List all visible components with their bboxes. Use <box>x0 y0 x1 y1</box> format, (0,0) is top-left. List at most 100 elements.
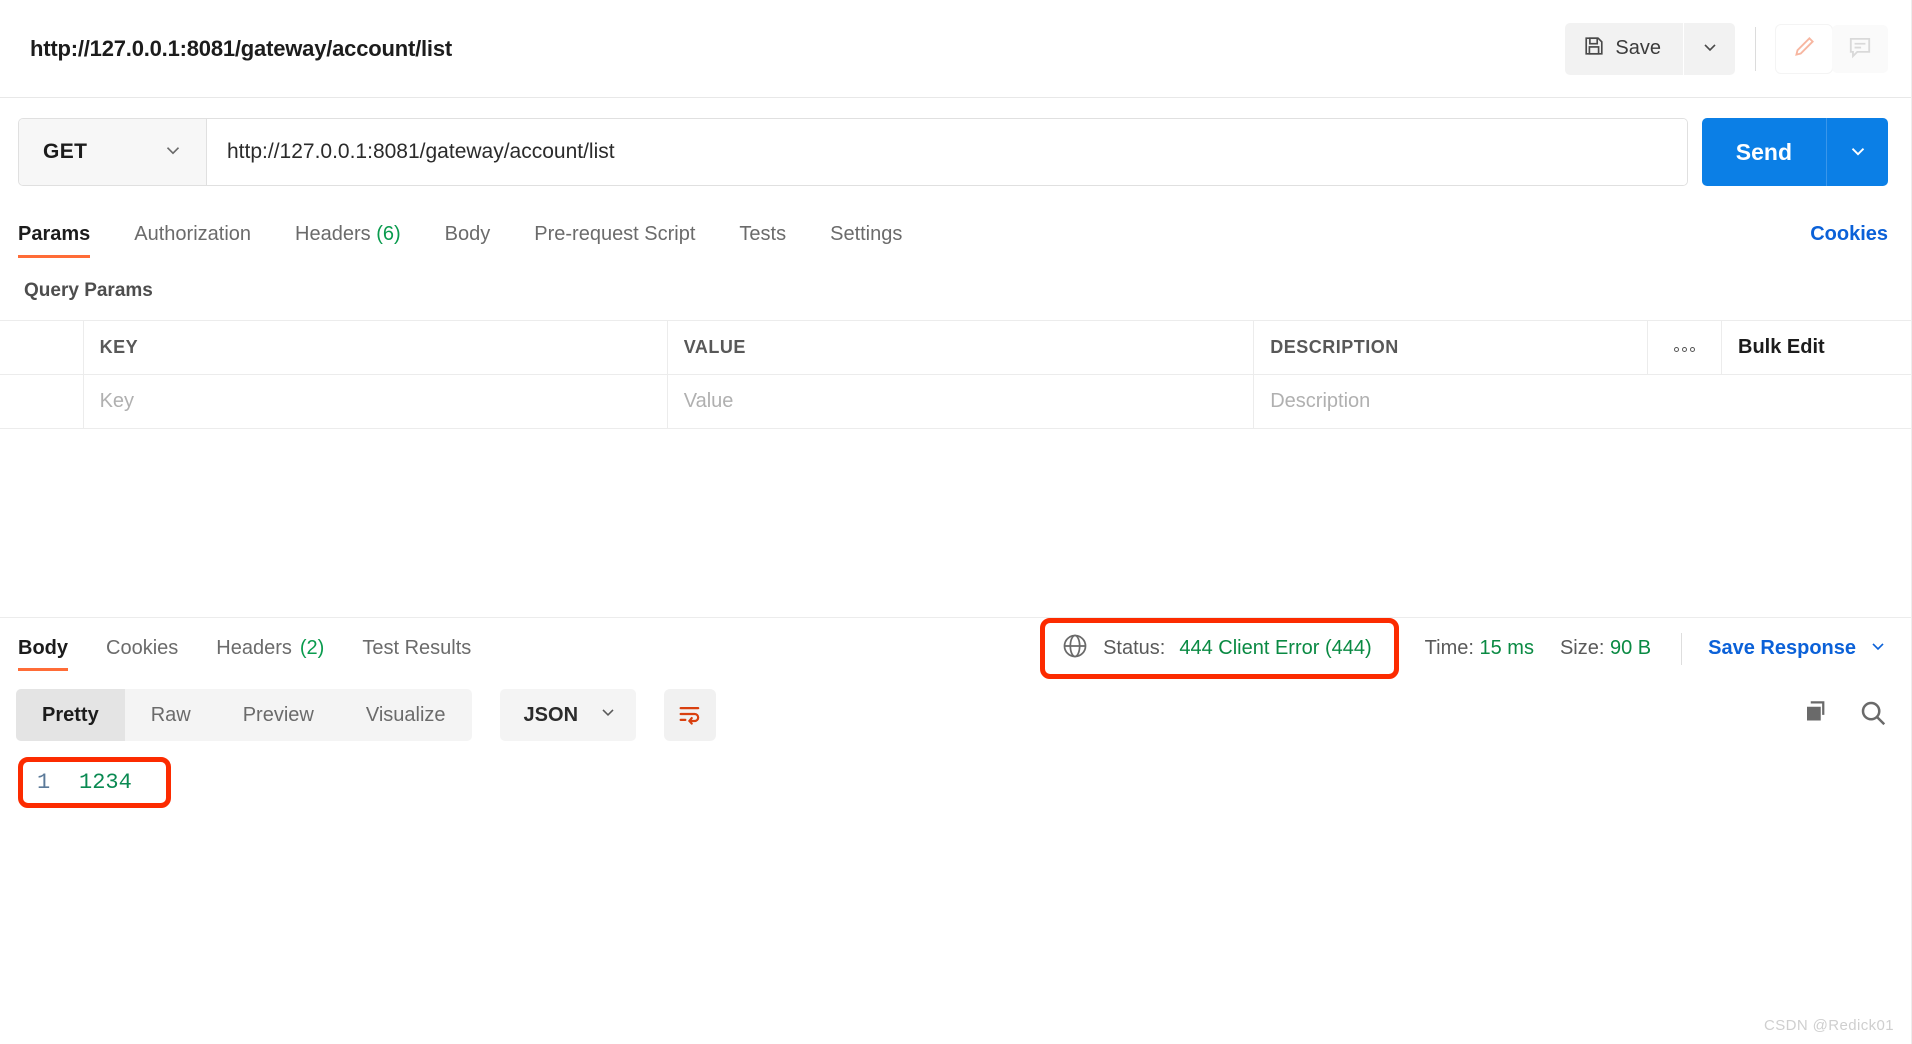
watermark: CSDN @Redick01 <box>1763 1017 1894 1034</box>
response-body-tools <box>1802 698 1888 733</box>
status-badge: 444 Client Error (444) <box>1179 637 1372 659</box>
header-cell-bulk-edit[interactable]: Bulk Edit <box>1721 320 1912 375</box>
status-label: Status: <box>1103 637 1166 659</box>
bulk-edit-link[interactable]: Bulk Edit <box>1738 336 1825 358</box>
method-url-group: GET <box>18 118 1688 186</box>
cookies-link[interactable]: Cookies <box>1810 223 1888 258</box>
response-tab-headers[interactable]: Headers (2) <box>216 618 324 679</box>
header-cell-value: VALUE <box>667 320 1255 375</box>
row-value-cell[interactable]: Value <box>667 374 1255 429</box>
tab-params[interactable]: Params <box>18 223 91 258</box>
key-input-placeholder[interactable]: Key <box>100 390 134 412</box>
params-empty-space <box>0 429 1912 617</box>
time-label: Time: <box>1424 637 1474 659</box>
response-tab-body[interactable]: Body <box>18 618 68 679</box>
tab-count-badge: (6) <box>376 223 401 245</box>
table-header-row: KEY VALUE DESCRIPTION Bulk Edit <box>0 320 1912 375</box>
response-format-select[interactable]: JSON <box>499 689 637 741</box>
toolbar-divider <box>1755 26 1756 71</box>
response-bar: Body Cookies Headers (2) Test Results St… <box>0 617 1912 679</box>
response-body-value: 1234 <box>79 770 132 795</box>
column-header-label: KEY <box>99 337 139 357</box>
response-value-highlight-box: 1 1234 <box>18 757 171 808</box>
tab-body[interactable]: Body <box>445 223 491 258</box>
response-time: Time: 15 ms <box>1425 637 1534 660</box>
row-description-cell[interactable]: Description <box>1253 374 1912 429</box>
http-method-select[interactable]: GET <box>19 119 207 185</box>
time-value: 15 ms <box>1479 637 1534 659</box>
header-cell-description: DESCRIPTION <box>1253 320 1649 375</box>
copy-icon[interactable] <box>1802 698 1832 733</box>
save-options-button[interactable] <box>1683 22 1735 75</box>
tab-label: Test Results <box>362 637 472 659</box>
value-input-placeholder[interactable]: Value <box>684 390 734 412</box>
tab-label: Headers <box>216 637 292 659</box>
wrap-lines-button[interactable] <box>664 689 717 741</box>
url-input[interactable] <box>207 119 1687 185</box>
response-body-toolbar: Pretty Raw Preview Visualize JSON <box>0 679 1912 751</box>
send-options-button[interactable] <box>1826 118 1888 186</box>
save-button-label: Save <box>1615 37 1661 59</box>
tab-count-badge: (2) <box>299 637 325 659</box>
tab-label: Tests <box>739 223 787 245</box>
tab-label: Pre-request Script <box>534 223 696 245</box>
response-view-switcher: Pretty Raw Preview Visualize <box>16 689 472 741</box>
response-tab-test-results[interactable]: Test Results <box>362 618 471 679</box>
save-button[interactable]: Save <box>1565 22 1683 75</box>
tab-label: Body <box>444 223 491 245</box>
comments-button[interactable] <box>1832 24 1888 73</box>
format-value: JSON <box>523 703 579 726</box>
response-size: Size: 90 B <box>1560 637 1651 660</box>
pencil-icon <box>1791 34 1817 63</box>
chevron-down-icon <box>1868 636 1888 662</box>
chevron-down-icon <box>598 702 618 728</box>
chevron-down-icon <box>1700 37 1720 60</box>
floppy-disk-icon <box>1583 35 1605 63</box>
send-button[interactable]: Send <box>1701 118 1826 186</box>
word-wrap-icon <box>676 700 704 731</box>
more-horizontal-icon[interactable] <box>1674 346 1696 352</box>
row-checkbox-cell[interactable] <box>0 374 84 429</box>
line-number: 1 <box>37 770 51 795</box>
tab-tests[interactable]: Tests <box>739 223 786 258</box>
view-raw[interactable]: Raw <box>125 689 217 741</box>
http-method-value: GET <box>43 140 88 163</box>
response-tab-cookies[interactable]: Cookies <box>106 618 178 679</box>
globe-icon <box>1061 632 1089 665</box>
size-value: 90 B <box>1609 637 1652 659</box>
tab-label: Headers <box>295 223 371 245</box>
tab-headers[interactable]: Headers (6) <box>295 223 401 258</box>
view-pretty[interactable]: Pretty <box>16 689 125 741</box>
description-input-placeholder[interactable]: Description <box>1270 390 1370 412</box>
column-header-label: DESCRIPTION <box>1270 337 1399 357</box>
save-response-label: Save Response <box>1708 637 1856 659</box>
tab-pre-request-script[interactable]: Pre-request Script <box>534 223 695 258</box>
tab-label: Cookies <box>106 637 179 659</box>
table-row[interactable]: Key Value Description <box>0 374 1912 429</box>
tab-authorization[interactable]: Authorization <box>134 223 251 258</box>
send-group: Send <box>1701 118 1888 186</box>
top-bar: http://127.0.0.1:8081/gateway/account/li… <box>0 0 1912 98</box>
meta-divider <box>1681 632 1683 665</box>
query-params-table: KEY VALUE DESCRIPTION Bulk Edit Key Valu… <box>0 320 1912 429</box>
row-key-cell[interactable]: Key <box>83 374 668 429</box>
tab-label: Params <box>18 223 91 245</box>
header-cell-key: KEY <box>83 320 668 375</box>
url-bar: GET Send <box>0 98 1912 204</box>
size-label: Size: <box>1559 637 1605 659</box>
tab-settings[interactable]: Settings <box>830 223 902 258</box>
edit-request-button[interactable] <box>1776 24 1832 73</box>
page-title: http://127.0.0.1:8081/gateway/account/li… <box>30 35 452 61</box>
view-visualize[interactable]: Visualize <box>340 689 472 741</box>
chevron-down-icon <box>162 139 184 166</box>
search-icon[interactable] <box>1858 698 1888 733</box>
response-body-code: 1 1234 <box>0 751 1912 808</box>
tab-label: Settings <box>830 223 903 245</box>
response-meta-group: Status: 444 Client Error (444) Time: 15 … <box>1040 618 1888 679</box>
top-bar-actions: Save <box>1565 0 1888 97</box>
header-cell-more[interactable] <box>1647 320 1722 375</box>
save-response-button[interactable]: Save Response <box>1708 636 1888 662</box>
save-group: Save <box>1565 22 1735 75</box>
view-preview[interactable]: Preview <box>217 689 340 741</box>
header-cell-checkbox <box>0 320 84 375</box>
